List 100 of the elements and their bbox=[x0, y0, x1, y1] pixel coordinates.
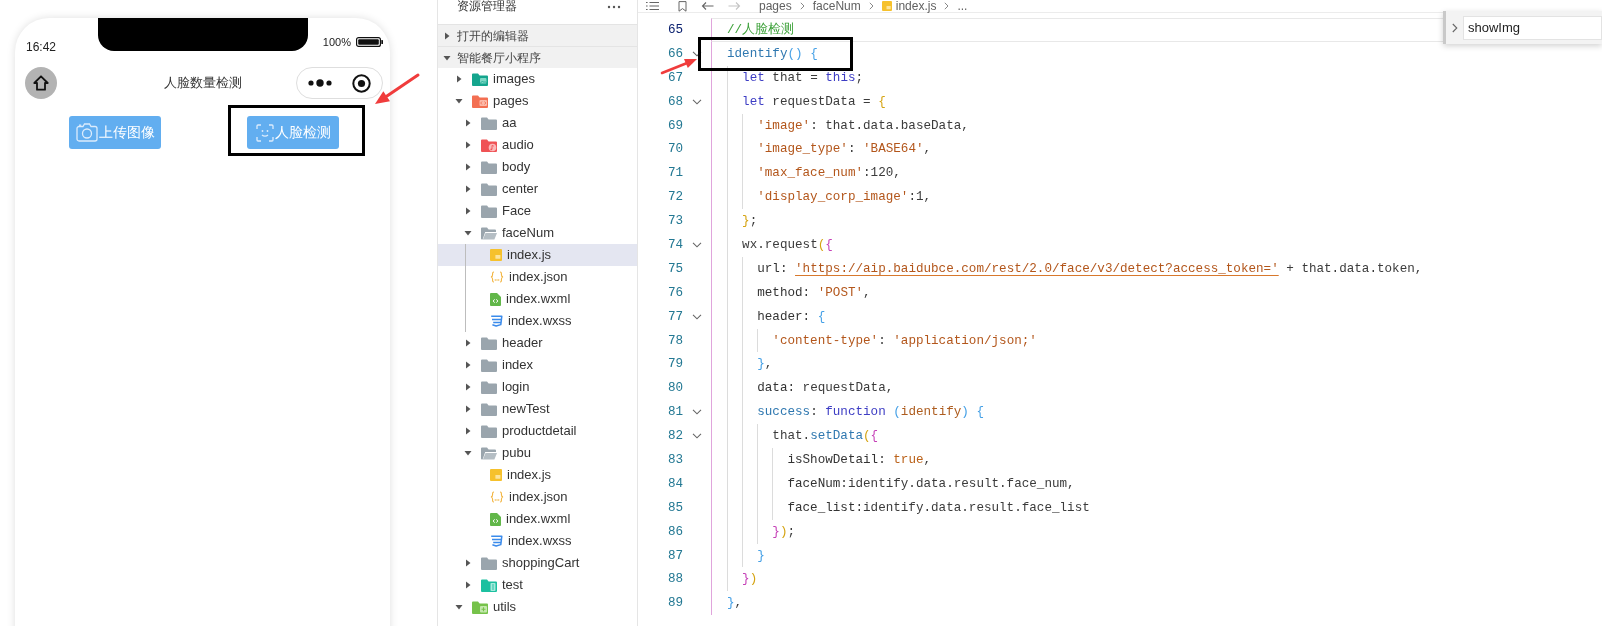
stylesheet-icon bbox=[490, 535, 503, 547]
tree-item[interactable]: audio bbox=[438, 134, 637, 156]
section-header[interactable]: 智能餐厅小程序 bbox=[438, 46, 637, 68]
tree-item[interactable]: faceNum bbox=[438, 222, 637, 244]
chevron-right-icon bbox=[868, 2, 874, 10]
caret-down-icon[interactable] bbox=[455, 97, 463, 105]
tree-item[interactable]: shoppingCart bbox=[438, 552, 637, 574]
tree-item[interactable]: index.wxss bbox=[438, 310, 637, 332]
braces-icon bbox=[490, 491, 504, 503]
caret-right-icon[interactable] bbox=[464, 207, 472, 215]
tree-item[interactable]: login bbox=[438, 376, 637, 398]
line-number: 74 bbox=[666, 236, 683, 253]
battery-icon bbox=[356, 37, 383, 47]
code-line: success: function (identify) { bbox=[757, 404, 984, 421]
tree-item[interactable]: index.wxml bbox=[438, 508, 637, 530]
code-line: isShowDetail: true, bbox=[787, 451, 932, 468]
caret-right-icon[interactable] bbox=[464, 119, 472, 127]
line-number: 75 bbox=[666, 260, 683, 277]
bookmark-icon[interactable] bbox=[678, 0, 687, 12]
caret-down-icon[interactable] bbox=[464, 449, 472, 457]
tree-item[interactable]: test bbox=[438, 574, 637, 596]
tree-item[interactable]: index.js bbox=[438, 244, 637, 266]
status-time: 16:42 bbox=[26, 40, 57, 54]
face-scan-icon bbox=[255, 123, 274, 142]
tree-item[interactable]: images bbox=[438, 68, 637, 90]
line-number: 67 bbox=[666, 69, 683, 86]
image-folder-icon bbox=[472, 72, 488, 86]
breadcrumb-item[interactable]: pages bbox=[759, 0, 792, 12]
folder-icon bbox=[481, 358, 497, 372]
caret-right-icon[interactable] bbox=[464, 581, 472, 589]
file-icon bbox=[881, 1, 892, 11]
folder-icon bbox=[481, 556, 497, 570]
code-file-icon bbox=[490, 292, 501, 306]
caret-right-icon[interactable] bbox=[464, 185, 472, 193]
breadcrumb-item[interactable]: faceNum bbox=[812, 0, 861, 12]
tree-item[interactable]: index.js bbox=[438, 464, 637, 486]
caret-right-icon[interactable] bbox=[455, 75, 463, 83]
line-number: 73 bbox=[666, 213, 683, 230]
caret-right-icon[interactable] bbox=[464, 427, 472, 435]
code-line: } bbox=[757, 547, 765, 564]
caret-right-icon[interactable] bbox=[464, 163, 472, 171]
code-line: face_list:identify.data.result.face_list bbox=[787, 499, 1090, 516]
tree-item[interactable]: pages bbox=[438, 90, 637, 112]
braces-icon bbox=[490, 271, 504, 283]
caret-right-icon[interactable] bbox=[464, 361, 472, 369]
line-number: 79 bbox=[666, 356, 683, 373]
more-icon[interactable] bbox=[308, 79, 332, 87]
code-line: identify() { bbox=[727, 45, 818, 62]
chevron-right-icon[interactable] bbox=[1451, 22, 1458, 33]
tree-item[interactable]: index.wxml bbox=[438, 288, 637, 310]
file-icon bbox=[490, 469, 502, 481]
tree-item[interactable]: index.json bbox=[438, 486, 637, 508]
code-line: }, bbox=[727, 595, 743, 612]
caret-right-icon[interactable] bbox=[464, 339, 472, 347]
breadcrumb-item[interactable]: ... bbox=[957, 0, 968, 12]
code-line: header: { bbox=[757, 308, 826, 325]
tree-item[interactable]: pubu bbox=[438, 442, 637, 464]
list-icon[interactable] bbox=[645, 1, 660, 11]
tree-item[interactable]: center bbox=[438, 178, 637, 200]
tree-item[interactable]: body bbox=[438, 156, 637, 178]
code-line: let requestData = { bbox=[742, 93, 886, 110]
plus-folder-icon bbox=[472, 600, 488, 614]
code-line: 'image': that.data.baseData, bbox=[757, 117, 969, 134]
tree-item[interactable]: index.json bbox=[438, 266, 637, 288]
tree-item[interactable]: utils bbox=[438, 596, 637, 618]
caret-down-icon[interactable] bbox=[443, 53, 451, 62]
tree-item[interactable]: header bbox=[438, 332, 637, 354]
caret-right-icon[interactable] bbox=[464, 405, 472, 413]
marked-folder-icon bbox=[481, 578, 497, 592]
folder-icon bbox=[481, 402, 497, 416]
find-input[interactable]: showImg bbox=[1463, 15, 1602, 40]
caret-down-icon[interactable] bbox=[455, 603, 463, 611]
caret-right-icon[interactable] bbox=[464, 141, 472, 149]
tree-item[interactable]: index.wxss bbox=[438, 530, 637, 552]
stylesheet-icon bbox=[490, 315, 503, 327]
target-icon[interactable] bbox=[352, 73, 371, 93]
breadcrumb-item[interactable]: index.js bbox=[881, 0, 937, 12]
line-number: 77 bbox=[666, 308, 683, 325]
tree-item[interactable]: productdetail bbox=[438, 420, 637, 442]
tree-item[interactable]: index bbox=[438, 354, 637, 376]
section-header[interactable]: 打开的编辑器 bbox=[438, 24, 637, 46]
caret-down-icon[interactable] bbox=[464, 229, 472, 237]
line-number: 89 bbox=[666, 595, 683, 612]
back-arrow-icon[interactable] bbox=[701, 1, 714, 11]
line-number: 78 bbox=[666, 332, 683, 349]
tree-item[interactable]: newTest bbox=[438, 398, 637, 420]
tree-item[interactable]: Face bbox=[438, 200, 637, 222]
page-title: 人脸数量检测 bbox=[163, 74, 242, 93]
line-number: 81 bbox=[666, 404, 683, 421]
more-icon[interactable] bbox=[607, 5, 621, 9]
line-number: 70 bbox=[666, 141, 683, 158]
caret-right-icon[interactable] bbox=[464, 559, 472, 567]
caret-right-icon[interactable] bbox=[443, 31, 451, 40]
home-button[interactable] bbox=[25, 67, 57, 99]
folder-icon bbox=[481, 380, 497, 394]
code-line: faceNum:identify.data.result.face_num, bbox=[787, 475, 1075, 492]
tree-item[interactable]: aa bbox=[438, 112, 637, 134]
line-number: 69 bbox=[666, 117, 683, 134]
line-number: 80 bbox=[666, 380, 683, 397]
caret-right-icon[interactable] bbox=[464, 383, 472, 391]
